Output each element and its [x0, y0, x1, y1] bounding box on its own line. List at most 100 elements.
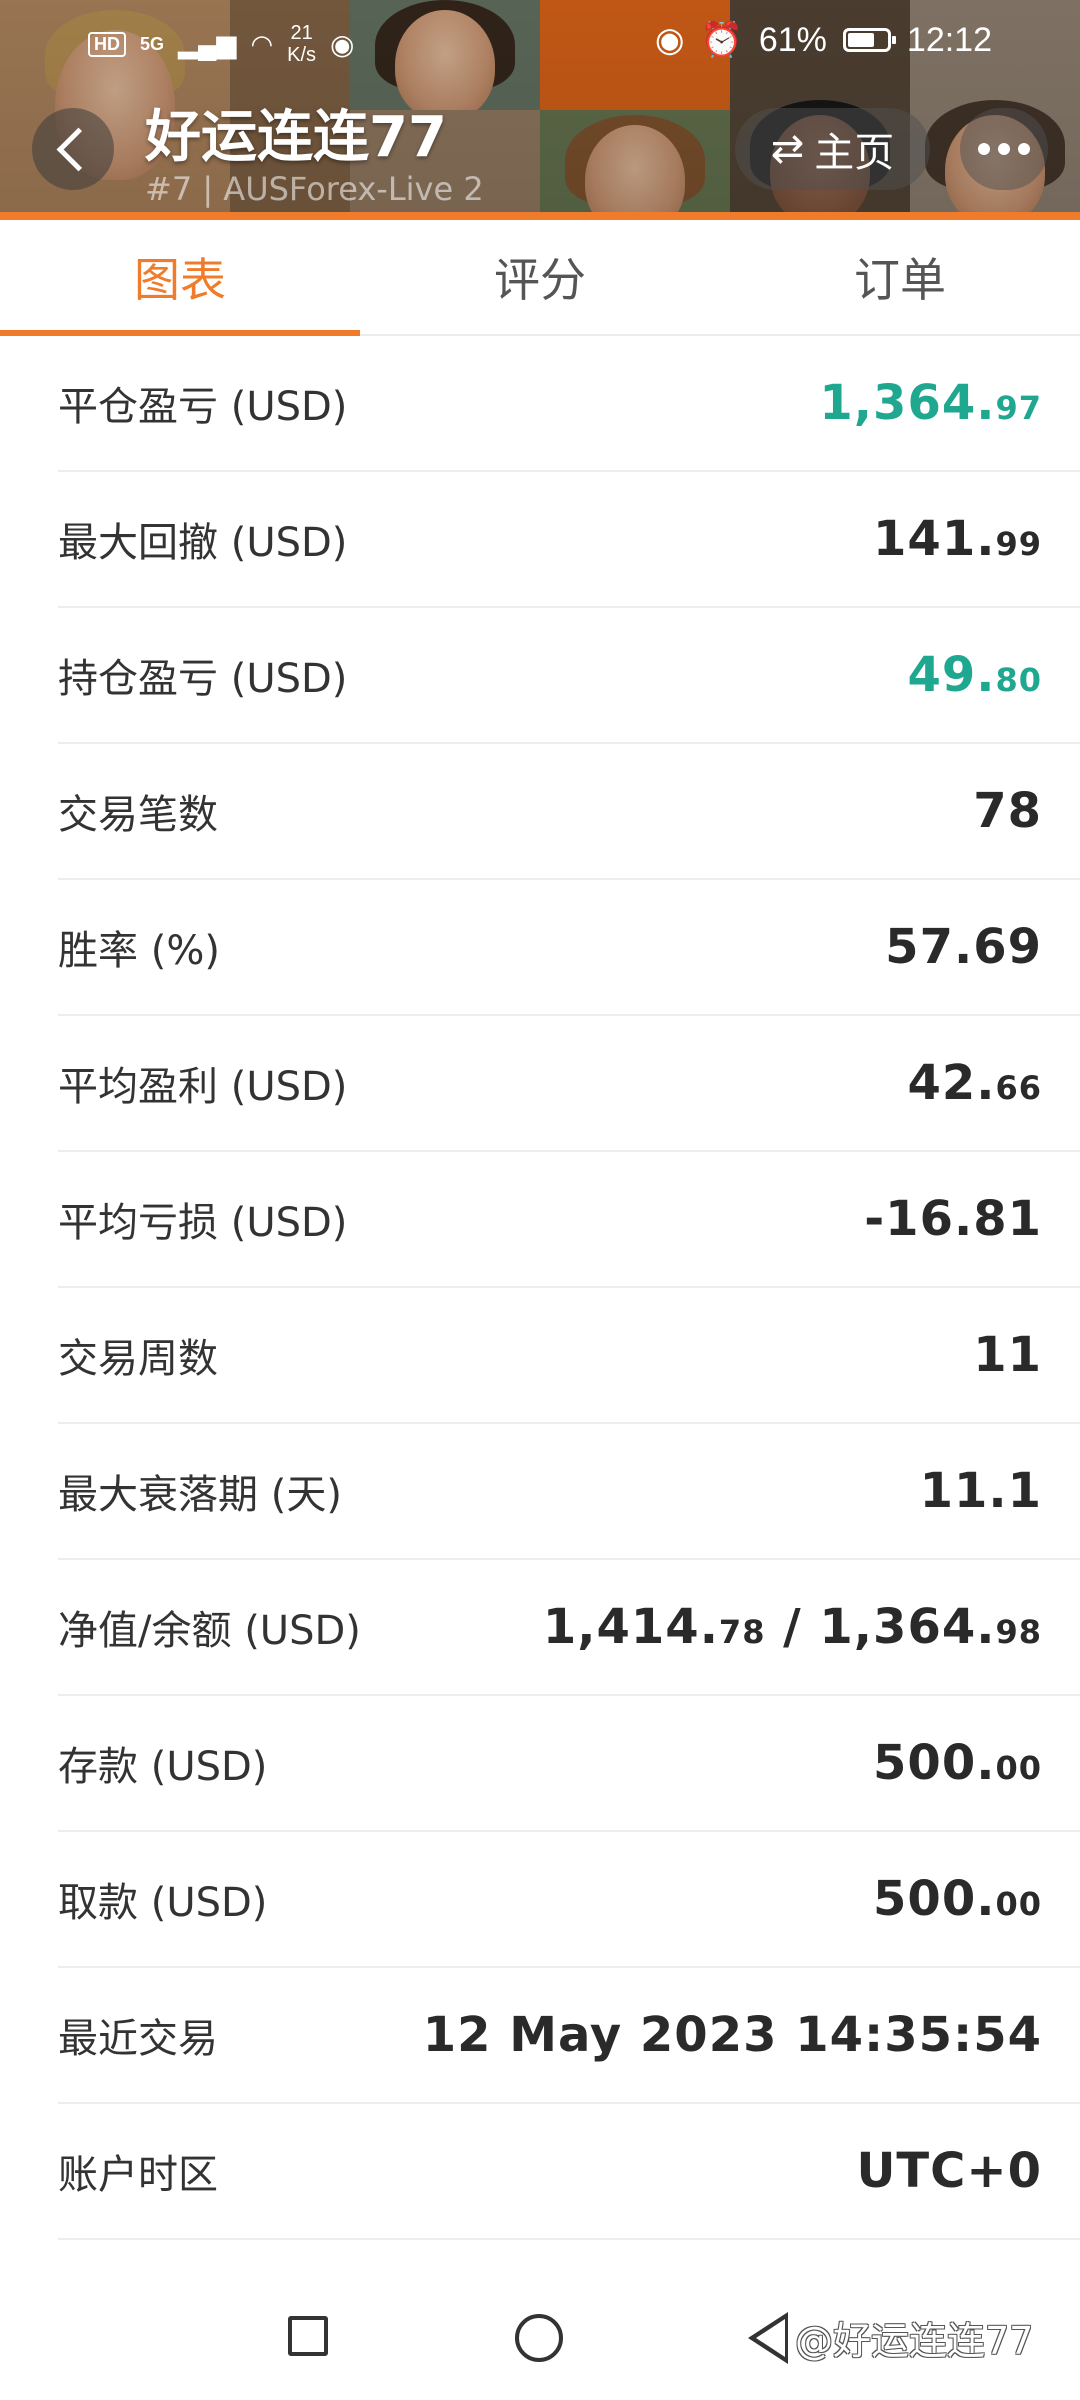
stat-value-main: 57.69: [885, 919, 1042, 975]
chevron-left-icon: [56, 127, 100, 171]
stat-label: 平均盈利 (USD): [58, 1064, 348, 1110]
network-type: 5G: [140, 33, 165, 54]
stat-label: 交易周数: [58, 1336, 218, 1382]
stat-value: 500.00: [873, 1735, 1042, 1791]
stat-value-main: 49.: [907, 647, 996, 703]
header-banner: HD 5G ▂▄▆ ◠ 21 K/s ◉ ◉ ⏰ 61% 12:12 好运连连7…: [0, 0, 1080, 220]
system-nav-bar: @好运连连77: [0, 2270, 1080, 2400]
stat-value-decimal: 99: [995, 525, 1042, 563]
stat-row: 平均亏损 (USD) -16.81: [58, 1152, 1080, 1288]
tab-bar: 图表 评分 订单: [0, 220, 1080, 336]
accent-stripe: [0, 212, 1080, 220]
stat-row: 交易笔数 78: [58, 744, 1080, 880]
stat-value: 12 May 2023 14:35:54: [423, 2007, 1042, 2063]
stat-value-main: 11.1: [919, 1463, 1042, 1519]
hd-icon: HD: [88, 31, 126, 57]
stat-value-decimal: 78: [718, 1613, 766, 1651]
back-button[interactable]: [32, 108, 114, 190]
stat-value: -16.81: [864, 1191, 1042, 1247]
stat-value: 11.1: [920, 1463, 1042, 1519]
network-speed: 21 K/s: [287, 22, 316, 66]
dot-icon: [1018, 143, 1030, 155]
stat-value-main: UTC+0: [856, 2143, 1042, 2199]
swap-icon: ⇄: [770, 126, 805, 172]
stat-row: 存款 (USD) 500.00: [58, 1696, 1080, 1832]
stat-value-main: 500.: [873, 1871, 996, 1927]
stat-label: 净值/余额 (USD): [58, 1608, 361, 1654]
stat-label: 最大回撤 (USD): [58, 520, 348, 566]
stat-value: 1,364.97: [819, 375, 1042, 431]
stat-value-main: 1,364.: [819, 375, 996, 431]
stat-value-decimal: 80: [995, 661, 1042, 699]
stat-value-decimal: 66: [995, 1069, 1042, 1107]
stat-value: 141.99: [873, 511, 1042, 567]
stat-label: 账户时区: [58, 2152, 218, 2198]
more-button[interactable]: [960, 108, 1048, 190]
stat-value: 57.69: [885, 919, 1042, 975]
wechat-icon: ◉: [330, 28, 355, 60]
stat-value-decimal: 98: [995, 1613, 1042, 1651]
stat-row: 最大衰落期 (天) 11.1: [58, 1424, 1080, 1560]
account-subtitle: #7 | AUSForex-Live 2: [145, 170, 484, 208]
watermark: @好运连连77: [795, 2319, 1034, 2363]
recent-apps-button[interactable]: [288, 2316, 328, 2356]
stat-value: 500.00: [873, 1871, 1042, 1927]
stat-value: 1,414.78 / 1,364.98: [543, 1599, 1042, 1655]
home-button-label: 主页: [814, 130, 895, 176]
stat-label: 交易笔数: [58, 792, 218, 838]
stat-value-main: -16.81: [864, 1191, 1042, 1247]
speed-unit: K/s: [287, 44, 317, 66]
stat-row: 平仓盈亏 (USD) 1,364.97: [58, 336, 1080, 472]
stat-value-main: 1,414.: [542, 1599, 719, 1655]
wifi-icon: ◠: [250, 28, 274, 59]
stat-row: 平均盈利 (USD) 42.66: [58, 1016, 1080, 1152]
stat-value: 49.80: [907, 647, 1042, 703]
stat-row: 持仓盈亏 (USD) 49.80: [58, 608, 1080, 744]
eye-icon: ◉: [654, 21, 685, 59]
stat-value-decimal: 00: [995, 1749, 1042, 1787]
stat-value-decimal: 97: [995, 389, 1042, 427]
tab-rating[interactable]: 评分: [360, 220, 720, 334]
stats-list: 平仓盈亏 (USD) 1,364.97 最大回撤 (USD) 141.99 持仓盈亏 (…: [58, 336, 1080, 2240]
stat-value-main: 42.: [907, 1055, 996, 1111]
stat-row: 最大回撤 (USD) 141.99: [58, 472, 1080, 608]
stat-value: 42.66: [907, 1055, 1042, 1111]
stat-row: 取款 (USD) 500.00: [58, 1832, 1080, 1968]
dot-icon: [998, 143, 1010, 155]
stat-row: 最近交易 12 May 2023 14:35:54: [58, 1968, 1080, 2104]
stat-value-decimal: 00: [995, 1885, 1042, 1923]
stat-value-main: / 1,364.: [765, 1599, 996, 1655]
stat-row: 胜率 (%) 57.69: [58, 880, 1080, 1016]
home-nav-button[interactable]: [515, 2314, 563, 2362]
status-bar: HD 5G ▂▄▆ ◠ 21 K/s ◉ ◉ ⏰ 61% 12:12: [0, 0, 1080, 80]
dot-icon: [978, 143, 990, 155]
stat-value: UTC+0: [856, 2143, 1042, 2199]
stat-value-main: 11: [973, 1327, 1042, 1383]
signal-icon: ▂▄▆: [178, 28, 237, 59]
battery-percent: 61%: [758, 20, 827, 59]
tab-orders[interactable]: 订单: [720, 220, 1080, 334]
stat-value-main: 12 May 2023 14:35:54: [422, 2007, 1042, 2063]
stat-row: 净值/余额 (USD) 1,414.78 / 1,364.98: [58, 1560, 1080, 1696]
stat-label: 平仓盈亏 (USD): [58, 384, 348, 430]
stat-row: 账户时区 UTC+0: [58, 2104, 1080, 2240]
stat-label: 取款 (USD): [58, 1880, 268, 1926]
stat-label: 持仓盈亏 (USD): [58, 656, 348, 702]
back-nav-button[interactable]: [748, 2312, 788, 2364]
stat-value: 11: [973, 1327, 1042, 1383]
clock-time: 12:12: [906, 20, 992, 59]
home-button[interactable]: ⇄ 主页: [735, 108, 930, 190]
stat-label: 平均亏损 (USD): [58, 1200, 348, 1246]
stat-label: 最近交易: [58, 2016, 218, 2062]
battery-icon: [842, 28, 896, 52]
speed-value: 21: [290, 22, 313, 44]
stat-label: 存款 (USD): [58, 1744, 268, 1790]
stat-label: 最大衰落期 (天): [58, 1472, 342, 1518]
tab-chart[interactable]: 图表: [0, 220, 360, 336]
stat-label: 胜率 (%): [58, 928, 220, 974]
stat-value: 78: [973, 783, 1042, 839]
stat-value-main: 500.: [873, 1735, 996, 1791]
page-title: 好运连连77: [145, 105, 447, 170]
alarm-icon: ⏰: [700, 21, 743, 59]
stat-value-main: 141.: [873, 511, 996, 567]
